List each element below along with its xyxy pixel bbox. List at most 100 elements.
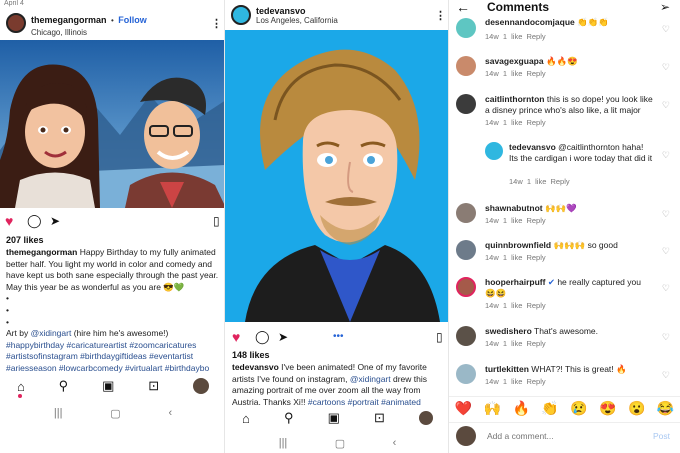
reply-button[interactable]: Reply bbox=[526, 32, 545, 41]
comment-username[interactable]: quinnbrownfield bbox=[485, 240, 551, 250]
home-square-icon[interactable]: ▢ bbox=[335, 437, 345, 450]
more-dots-icon[interactable]: ⋮ bbox=[211, 17, 222, 30]
emoji-laugh[interactable]: 😂 bbox=[657, 400, 674, 417]
comment-username[interactable]: savagexguapa bbox=[485, 56, 544, 66]
recents-icon[interactable]: ||| bbox=[279, 437, 288, 449]
heart-icon[interactable]: ♡ bbox=[662, 283, 670, 294]
avatar[interactable] bbox=[231, 5, 251, 25]
reply-button[interactable]: Reply bbox=[526, 253, 545, 262]
more-dots-icon[interactable]: ⋮ bbox=[435, 9, 446, 22]
reply-button[interactable]: Reply bbox=[550, 177, 569, 186]
save-icon[interactable]: ▯ bbox=[436, 328, 443, 346]
heart-icon[interactable]: ♡ bbox=[662, 24, 670, 35]
comment-username[interactable]: swedishero bbox=[485, 326, 532, 336]
back-arrow-icon[interactable]: ← bbox=[456, 0, 470, 14]
follow-button[interactable]: Follow bbox=[118, 15, 147, 25]
comment-username[interactable]: caitlinthornton bbox=[485, 94, 545, 104]
send-icon[interactable]: ➢ bbox=[660, 0, 670, 14]
recents-icon[interactable]: ||| bbox=[54, 407, 63, 419]
shop-icon[interactable]: ⊡ bbox=[148, 378, 159, 394]
username[interactable]: tedevansvo bbox=[256, 6, 338, 16]
avatar[interactable] bbox=[456, 56, 476, 76]
post-image-portrait[interactable] bbox=[225, 30, 450, 322]
emoji-clap[interactable]: 👏 bbox=[541, 400, 558, 417]
comment-likes[interactable]: 1 like bbox=[503, 118, 523, 127]
home-icon[interactable]: ⌂ bbox=[17, 379, 25, 394]
home-square-icon[interactable]: ▢ bbox=[110, 407, 120, 420]
comment-icon[interactable]: ◯ bbox=[27, 212, 42, 230]
avatar[interactable] bbox=[456, 203, 476, 223]
username[interactable]: themegangorman bbox=[31, 15, 107, 25]
reply-button[interactable]: Reply bbox=[526, 339, 545, 348]
reply-button[interactable]: Reply bbox=[526, 216, 545, 225]
home-icon[interactable]: ⌂ bbox=[242, 411, 250, 426]
emoji-raised-hands[interactable]: 🙌 bbox=[484, 400, 501, 417]
reply-button[interactable]: Reply bbox=[526, 118, 545, 127]
heart-icon[interactable]: ♡ bbox=[662, 150, 670, 161]
heart-icon[interactable]: ♡ bbox=[662, 370, 670, 381]
comment-likes[interactable]: 1 like bbox=[503, 216, 523, 225]
heart-icon[interactable]: ♥ bbox=[232, 328, 240, 346]
profile-avatar[interactable] bbox=[193, 378, 210, 394]
avatar[interactable] bbox=[456, 277, 476, 297]
post-image-couple[interactable] bbox=[0, 40, 226, 208]
comment-likes[interactable]: 1 like bbox=[503, 69, 523, 78]
hashtags[interactable]: #cartoons #portrait #animated bbox=[308, 397, 421, 407]
mention-link[interactable]: @xidingart bbox=[31, 328, 72, 338]
avatar[interactable] bbox=[456, 18, 476, 38]
heart-icon[interactable]: ♡ bbox=[662, 100, 670, 111]
heart-icon[interactable]: ♡ bbox=[662, 209, 670, 220]
back-chevron-icon[interactable]: ‹ bbox=[168, 407, 172, 419]
comment-likes[interactable]: 1 like bbox=[503, 32, 523, 41]
search-icon[interactable]: ⚲ bbox=[284, 410, 294, 426]
caption-username[interactable]: tedevansvo bbox=[232, 362, 279, 372]
heart-icon[interactable]: ♥ bbox=[5, 212, 13, 230]
profile-avatar[interactable] bbox=[418, 411, 433, 425]
comment-username[interactable]: tedevansvo bbox=[509, 142, 556, 152]
reply-button[interactable]: Reply bbox=[526, 377, 545, 386]
likes-count[interactable]: 148 likes bbox=[232, 350, 270, 360]
heart-icon[interactable]: ♡ bbox=[662, 62, 670, 73]
location[interactable]: Los Angeles, California bbox=[256, 16, 338, 25]
shop-icon[interactable]: ⊡ bbox=[374, 410, 385, 426]
reply-button[interactable]: Reply bbox=[526, 301, 545, 310]
save-icon[interactable]: ▯ bbox=[213, 212, 220, 230]
reels-icon[interactable]: ▣ bbox=[102, 378, 114, 394]
avatar[interactable] bbox=[485, 142, 503, 160]
emoji-fire[interactable]: 🔥 bbox=[512, 400, 529, 417]
avatar[interactable] bbox=[6, 13, 26, 33]
post-button[interactable]: Post bbox=[653, 431, 670, 441]
comment-icon[interactable]: ◯ bbox=[255, 328, 270, 346]
comment-username[interactable]: desennandocomjaque bbox=[485, 17, 575, 27]
avatar[interactable] bbox=[456, 240, 476, 260]
comment-likes[interactable]: 1 like bbox=[503, 253, 523, 262]
share-icon[interactable]: ➤ bbox=[50, 212, 60, 230]
avatar[interactable] bbox=[456, 326, 476, 346]
heart-icon[interactable]: ♡ bbox=[662, 246, 670, 257]
add-comment-input[interactable] bbox=[487, 428, 637, 444]
comment-username[interactable]: turtlekitten bbox=[485, 364, 529, 374]
hashtags[interactable]: #happybirthday #caricatureartist #zoomca… bbox=[6, 340, 222, 375]
comment-likes[interactable]: 1 like bbox=[527, 177, 547, 186]
heart-icon[interactable]: ♡ bbox=[662, 332, 670, 343]
comment-likes[interactable]: 1 like bbox=[503, 301, 523, 310]
avatar[interactable] bbox=[456, 364, 476, 384]
mention-link[interactable]: @xidingart bbox=[350, 374, 391, 384]
share-icon[interactable]: ➤ bbox=[278, 328, 288, 346]
emoji-heart-eyes[interactable]: 😍 bbox=[599, 400, 616, 417]
likes-count[interactable]: 207 likes bbox=[6, 235, 44, 245]
comment-likes[interactable]: 1 like bbox=[503, 377, 523, 386]
reels-icon[interactable]: ▣ bbox=[328, 410, 340, 426]
reply-button[interactable]: Reply bbox=[526, 69, 545, 78]
comment-likes[interactable]: 1 like bbox=[503, 339, 523, 348]
emoji-cry[interactable]: 😢 bbox=[570, 400, 587, 417]
search-icon[interactable]: ⚲ bbox=[59, 378, 69, 394]
emoji-wow[interactable]: 😮 bbox=[628, 400, 645, 417]
avatar[interactable] bbox=[456, 94, 476, 114]
comment-username[interactable]: hooperhairpuff bbox=[485, 277, 545, 287]
comment-username[interactable]: shawnabutnot bbox=[485, 203, 543, 213]
emoji-heart[interactable]: ❤️ bbox=[455, 400, 472, 417]
caption-username[interactable]: themegangorman bbox=[6, 247, 77, 257]
location[interactable]: Chicago, Illinois bbox=[31, 28, 147, 37]
back-chevron-icon[interactable]: ‹ bbox=[393, 437, 397, 449]
